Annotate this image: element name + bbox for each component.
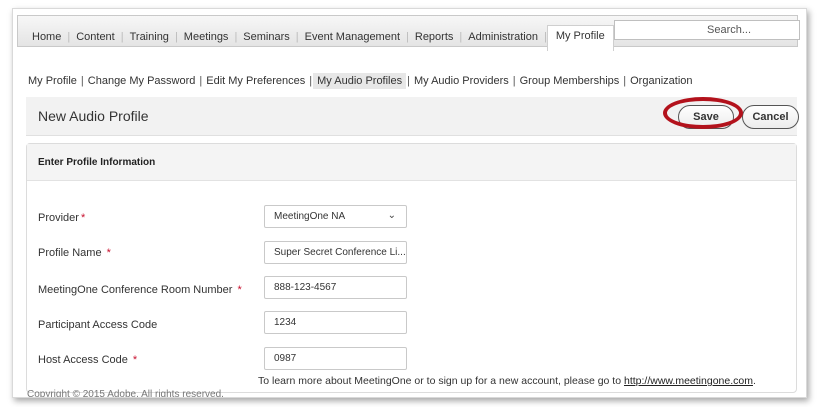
subnav-item-my-profile[interactable]: My Profile — [25, 75, 80, 87]
profile-sub-navigation: My Profile | Change My Password | Edit My Pr… — [25, 73, 696, 89]
chevron-down-icon: ⌄ — [387, 210, 396, 221]
subnav-item-group-memberships[interactable]: Group Memberships — [517, 75, 623, 87]
cancel-button[interactable]: Cancel — [742, 105, 799, 129]
profile-form-panel: Enter Profile Information Provider * Meet… — [26, 143, 797, 393]
conference-room-number-label: MeetingOne Conference Room Number * — [38, 284, 242, 296]
copyright-text: Copyright © 2015 Adobe. All rights reser… — [27, 389, 224, 398]
profile-name-input[interactable]: Super Secret Conference Li... — [264, 241, 407, 264]
nav-item-content[interactable]: Content — [70, 31, 121, 43]
nav-item-meetings[interactable]: Meetings — [178, 31, 235, 43]
top-nav-items: Home | Content | Training | Meetings | Seminars |… — [26, 24, 614, 51]
subnav-item-edit-my-preferences[interactable]: Edit My Preferences — [203, 75, 308, 87]
nav-item-event-management[interactable]: Event Management — [299, 31, 406, 43]
conference-room-number-input[interactable]: 888-123-4567 — [264, 276, 407, 299]
profile-name-label: Profile Name * — [38, 247, 111, 259]
participant-access-code-label: Participant Access Code — [38, 319, 158, 331]
save-button[interactable]: Save — [678, 105, 734, 129]
provider-select[interactable]: MeetingOne NA ⌄ — [264, 205, 407, 228]
nav-item-reports[interactable]: Reports — [409, 31, 460, 43]
nav-item-my-profile[interactable]: My Profile — [546, 25, 614, 51]
page-title: New Audio Profile — [38, 108, 149, 124]
page-header: New Audio Profile Save Cancel — [26, 97, 799, 136]
provider-label: Provider * — [38, 212, 86, 224]
participant-access-code-input[interactable]: 1234 — [264, 311, 407, 334]
nav-item-training[interactable]: Training — [124, 31, 175, 43]
signup-footnote: To learn more about MeetingOne or to sig… — [258, 375, 756, 387]
meetingone-link[interactable]: http://www.meetingone.com — [624, 375, 753, 387]
nav-item-seminars[interactable]: Seminars — [237, 31, 295, 43]
subnav-item-organization[interactable]: Organization — [627, 75, 695, 87]
nav-item-administration[interactable]: Administration — [462, 31, 544, 43]
nav-item-home[interactable]: Home — [26, 31, 67, 43]
section-title: Enter Profile Information — [27, 144, 796, 181]
top-navigation-bar: Home | Content | Training | Meetings | Seminars |… — [17, 15, 800, 51]
app-window: Home | Content | Training | Meetings | Seminars |… — [12, 8, 807, 398]
host-access-code-input[interactable]: 0987 — [264, 347, 407, 370]
subnav-item-my-audio-profiles[interactable]: My Audio Profiles — [313, 73, 407, 89]
subnav-item-change-my-password[interactable]: Change My Password — [85, 75, 199, 87]
host-access-code-label: Host Access Code * — [38, 354, 138, 366]
subnav-item-my-audio-providers[interactable]: My Audio Providers — [411, 75, 512, 87]
search-input[interactable]: Search... — [614, 20, 800, 40]
